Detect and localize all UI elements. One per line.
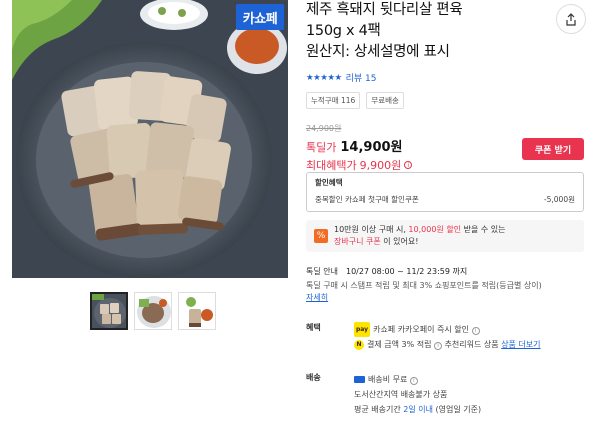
promo-text-a: 10만원 이상 구매 시,	[334, 225, 409, 234]
point-text-a: 결제 금액 3% 적립	[367, 340, 432, 349]
free-shipping-chip: 무료배송	[366, 92, 404, 109]
shipping-avg-days: 2일 이내	[403, 405, 433, 414]
thumbnail-image	[135, 293, 171, 329]
thumbnail-image	[179, 293, 215, 329]
talkdeal-label: 톡딜 안내	[306, 267, 338, 276]
shipping-label: 배송	[306, 373, 321, 382]
cart-coupon-promo[interactable]: % 10만원 이상 구매 시, 10,000원 할인 받을 수 있는 장바구니 …	[306, 220, 584, 252]
rating-row: ★★★★★ 리뷰 15	[306, 71, 596, 85]
talkdeal-notice: 톡딜 안내 10/27 08:00 ~ 11/2 23:59 까지 톡딜 구매 …	[306, 266, 591, 304]
original-price: 24,900원	[306, 124, 342, 133]
share-icon	[566, 12, 576, 26]
truck-icon	[354, 376, 365, 383]
info-icon[interactable]: i	[471, 326, 480, 335]
benefit-item: 중복할인 카쇼페 첫구매 할인쿠폰 -5,000원	[315, 194, 575, 205]
share-button[interactable]	[556, 4, 586, 34]
max-benefit-label: 최대혜택가	[306, 159, 357, 172]
discount-benefit-box: 할인혜택 중복할인 카쇼페 첫구매 할인쿠폰 -5,000원	[306, 172, 584, 212]
shipping-average: 평균 배송기간 2일 이내 (영업일 기준)	[354, 402, 591, 417]
info-icon[interactable]: i	[409, 376, 418, 385]
review-count-link[interactable]: 리뷰 15	[346, 71, 377, 84]
talkdeal-more-link[interactable]: 자세히	[306, 293, 328, 302]
thumbnail-list	[90, 292, 216, 330]
shipping-avg-b: (영업일 기준)	[432, 405, 482, 414]
more-products-link[interactable]: 상품 더보기	[501, 340, 540, 349]
percent-icon: %	[314, 229, 328, 243]
get-coupon-button[interactable]: 쿠폰 받기	[522, 138, 584, 160]
promo-highlight: 10,000원 할인	[408, 225, 462, 234]
kakaopay-benefit: pay 카쇼페 카카오페이 즉시 할인 i	[354, 322, 591, 337]
thumbnail-2[interactable]	[134, 292, 172, 330]
benefits-section: 혜택 pay 카쇼페 카카오페이 즉시 할인 i N 결제 금액 3% 적립 i 추…	[306, 322, 591, 352]
star-icon: ★★★★★	[306, 72, 342, 83]
shipping-free-text: 배송비 무료	[368, 375, 408, 384]
promo-text: 10만원 이상 구매 시, 10,000원 할인 받을 수 있는 장바구니 쿠폰…	[334, 224, 505, 248]
kakao-shop-badge: 카쇼페	[236, 4, 284, 30]
title-line-2: 150g x 4팩	[306, 23, 381, 39]
info-icon[interactable]: i	[404, 161, 413, 169]
product-detail-panel: 제주 흑돼지 뒷다리살 편육 150g x 4팩 원산지: 상세설명에 표시 ★…	[306, 0, 596, 430]
benefits-label: 혜택	[306, 323, 321, 332]
benefit-item-value: -5,000원	[543, 195, 575, 204]
pork-plate-photo	[12, 0, 288, 278]
talkdeal-desc: 톡딜 구매 시 스탬프 적립 및 최대 3% 쇼핑포인트를 적립(등급별 상이)	[306, 281, 542, 290]
product-main-image: 카쇼페	[12, 0, 288, 278]
benefit-item-label: 중복할인 카쇼페 첫구매 할인쿠폰	[315, 195, 419, 204]
deal-price-value: 14,900원	[340, 140, 403, 155]
kakaopay-text: 카쇼페 카카오페이 즉시 할인	[373, 325, 470, 334]
talkdeal-period: 10/27 08:00 ~ 11/2 23:59 까지	[345, 267, 468, 276]
deal-price-label: 톡딜가	[306, 141, 337, 154]
promo-cart-coupon-link[interactable]: 장바구니 쿠폰	[334, 237, 381, 246]
promo-text-c: 이 있어요!	[383, 237, 419, 246]
title-line-1: 제주 흑돼지 뒷다리살 편육	[306, 2, 463, 18]
max-benefit-price: 9,900원	[359, 159, 402, 172]
point-text-b: 추천리워드 상품	[442, 340, 502, 349]
shipping-island: 도서산간지역 배송불가 상품	[354, 390, 448, 399]
thumbnail-3[interactable]	[178, 292, 216, 330]
shipping-section: 배송 배송비 무료 i 도서산간지역 배송불가 상품 평균 배송기간 2일 이내…	[306, 372, 591, 417]
benefit-box-header: 할인혜택	[315, 178, 343, 187]
title-line-3: 원산지: 상세설명에 표시	[306, 44, 450, 60]
product-chips: 누적구매 116 무료배송	[306, 92, 596, 109]
thumbnail-image	[92, 294, 126, 328]
shipping-free: 배송비 무료 i	[354, 372, 591, 387]
purchase-count-chip: 누적구매 116	[306, 92, 361, 109]
kakaopay-icon: pay	[354, 322, 371, 337]
shipping-avg-a: 평균 배송기간	[354, 405, 404, 414]
point-icon: N	[354, 339, 364, 350]
product-title: 제주 흑돼지 뒷다리살 편육 150g x 4팩 원산지: 상세설명에 표시	[306, 0, 546, 63]
promo-text-b: 받을 수 있는	[461, 225, 506, 234]
info-icon[interactable]: i	[434, 341, 443, 350]
thumbnail-1[interactable]	[90, 292, 128, 330]
point-benefit: N 결제 금액 3% 적립 i 추천리워드 상품 상품 더보기	[354, 337, 591, 352]
